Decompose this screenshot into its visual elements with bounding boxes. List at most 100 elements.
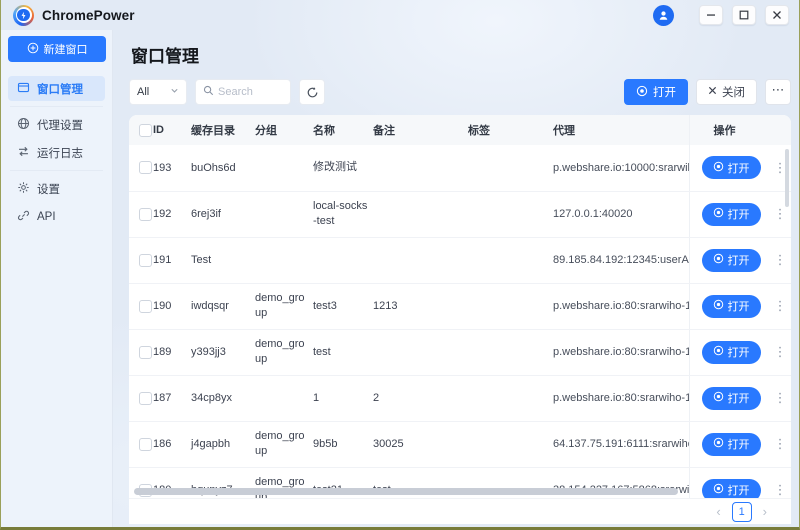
horizontal-scrollbar-thumb[interactable] bbox=[134, 488, 678, 495]
row-checkbox[interactable] bbox=[139, 208, 152, 221]
cell-cache-dir: j4gapbh bbox=[191, 421, 255, 467]
column-header-id: ID bbox=[153, 115, 191, 145]
cell-id: 193 bbox=[153, 145, 191, 191]
row-more-icon[interactable]: ⋮ bbox=[774, 344, 787, 359]
sidebar-item-api[interactable]: API bbox=[8, 204, 105, 229]
row-open-label: 打开 bbox=[728, 160, 750, 176]
browser-circle-icon bbox=[713, 437, 724, 451]
cell-operation: 打开 ⋮ bbox=[689, 375, 791, 421]
transfer-arrows-icon bbox=[17, 145, 30, 161]
sidebar-item-label: 运行日志 bbox=[37, 145, 83, 161]
row-open-label: 打开 bbox=[728, 482, 750, 498]
close-button[interactable] bbox=[765, 5, 789, 25]
select-all-checkbox[interactable] bbox=[139, 124, 152, 137]
app-logo-icon bbox=[13, 5, 34, 26]
row-checkbox[interactable] bbox=[139, 392, 152, 405]
close-selected-button[interactable]: 关闭 bbox=[696, 79, 757, 105]
row-open-button[interactable]: 打开 bbox=[702, 479, 761, 499]
cell-name: 1 bbox=[313, 375, 373, 421]
pagination-current-page[interactable]: 1 bbox=[732, 502, 752, 522]
column-header-tag: 标签 bbox=[468, 115, 553, 145]
sidebar-item-label: 代理设置 bbox=[37, 117, 83, 133]
row-checkbox[interactable] bbox=[139, 346, 152, 359]
filter-value: All bbox=[137, 86, 149, 98]
column-header-proxy: 代理 bbox=[553, 115, 689, 145]
column-header-remark: 备注 bbox=[373, 115, 468, 145]
cell-proxy: 127.0.0.1:40020 bbox=[553, 191, 689, 237]
sidebar-divider bbox=[10, 106, 103, 107]
windows-table: ID 缓存目录 分组 名称 备注 标签 代理 操作 193 buOhs6d 修改… bbox=[129, 115, 791, 498]
row-checkbox[interactable] bbox=[139, 161, 152, 174]
cell-tag bbox=[468, 375, 553, 421]
cell-group bbox=[255, 191, 313, 237]
sidebar-item-proxy-settings[interactable]: 代理设置 bbox=[8, 112, 105, 137]
row-more-icon[interactable]: ⋮ bbox=[774, 252, 787, 267]
cell-remark bbox=[373, 237, 468, 283]
browser-circle-icon bbox=[713, 483, 724, 497]
new-window-button[interactable]: 新建窗口 bbox=[8, 36, 106, 62]
more-actions-button[interactable]: ⋯ bbox=[765, 79, 791, 105]
row-checkbox[interactable] bbox=[139, 300, 152, 313]
window-icon bbox=[17, 81, 30, 97]
cell-operation: 打开 ⋮ bbox=[689, 191, 791, 237]
row-more-icon[interactable]: ⋮ bbox=[774, 390, 787, 405]
row-open-button[interactable]: 打开 bbox=[702, 249, 761, 272]
minimize-button[interactable] bbox=[699, 5, 723, 25]
open-selected-button[interactable]: 打开 bbox=[624, 79, 688, 105]
row-more-icon[interactable]: ⋮ bbox=[774, 482, 787, 497]
cell-name: 修改测试 bbox=[313, 145, 373, 191]
row-open-button[interactable]: 打开 bbox=[702, 341, 761, 364]
titlebar: ChromePower bbox=[1, 0, 799, 30]
sidebar: 新建窗口 窗口管理 代理设置 运行日志 bbox=[1, 30, 113, 527]
column-header-cache-dir: 缓存目录 bbox=[191, 115, 255, 145]
browser-circle-icon bbox=[713, 391, 724, 405]
row-open-button[interactable]: 打开 bbox=[702, 203, 761, 226]
cell-operation: 打开 ⋮ bbox=[689, 467, 791, 498]
sidebar-item-run-logs[interactable]: 运行日志 bbox=[8, 140, 105, 165]
sidebar-item-settings[interactable]: 设置 bbox=[8, 176, 105, 201]
table-row: 193 buOhs6d 修改测试 p.webshare.io:10000:sra… bbox=[129, 145, 791, 191]
user-avatar[interactable] bbox=[653, 5, 674, 26]
sidebar-item-window-management[interactable]: 窗口管理 bbox=[8, 76, 105, 101]
row-open-label: 打开 bbox=[728, 390, 750, 406]
row-open-button[interactable]: 打开 bbox=[702, 156, 761, 179]
cell-proxy: p.webshare.io:80:srarwiho-1:atonupx bbox=[553, 375, 689, 421]
open-selected-label: 打开 bbox=[653, 84, 676, 100]
row-more-icon[interactable]: ⋮ bbox=[774, 206, 787, 221]
cell-group bbox=[255, 375, 313, 421]
cell-remark: 1213 bbox=[373, 283, 468, 329]
cell-group: demo_group bbox=[255, 421, 313, 467]
cell-group: demo_group bbox=[255, 329, 313, 375]
cell-remark bbox=[373, 145, 468, 191]
main-content: 窗口管理 All bbox=[113, 30, 799, 527]
row-open-button[interactable]: 打开 bbox=[702, 433, 761, 456]
cell-remark: 30025 bbox=[373, 421, 468, 467]
row-checkbox[interactable] bbox=[139, 438, 152, 451]
cell-cache-dir: iwdqsqr bbox=[191, 283, 255, 329]
table-row: 186 j4gapbh demo_group 9b5b 30025 64.137… bbox=[129, 421, 791, 467]
table-row: 187 34cp8yx 1 2 p.webshare.io:80:srarwih… bbox=[129, 375, 791, 421]
vertical-scrollbar-thumb[interactable] bbox=[785, 149, 789, 207]
column-header-operation: 操作 bbox=[689, 115, 791, 145]
row-open-label: 打开 bbox=[728, 252, 750, 268]
row-more-icon[interactable]: ⋮ bbox=[774, 298, 787, 313]
cell-operation: 打开 ⋮ bbox=[689, 329, 791, 375]
row-open-button[interactable]: 打开 bbox=[702, 295, 761, 318]
cell-cache-dir: 6rej3if bbox=[191, 191, 255, 237]
refresh-button[interactable] bbox=[299, 79, 325, 105]
maximize-button[interactable] bbox=[732, 5, 756, 25]
group-filter-select[interactable]: All bbox=[129, 79, 187, 105]
cell-name: 9b5b bbox=[313, 421, 373, 467]
row-open-button[interactable]: 打开 bbox=[702, 387, 761, 410]
row-checkbox[interactable] bbox=[139, 254, 152, 267]
search-input[interactable] bbox=[218, 86, 283, 98]
row-open-label: 打开 bbox=[728, 206, 750, 222]
pagination-next[interactable]: › bbox=[763, 505, 767, 518]
cell-remark bbox=[373, 191, 468, 237]
cell-id: 187 bbox=[153, 375, 191, 421]
cell-tag bbox=[468, 329, 553, 375]
cell-cache-dir: y393jj3 bbox=[191, 329, 255, 375]
chevron-down-icon bbox=[170, 86, 179, 98]
row-more-icon[interactable]: ⋮ bbox=[774, 436, 787, 451]
pagination-prev[interactable]: ‹ bbox=[716, 505, 720, 518]
